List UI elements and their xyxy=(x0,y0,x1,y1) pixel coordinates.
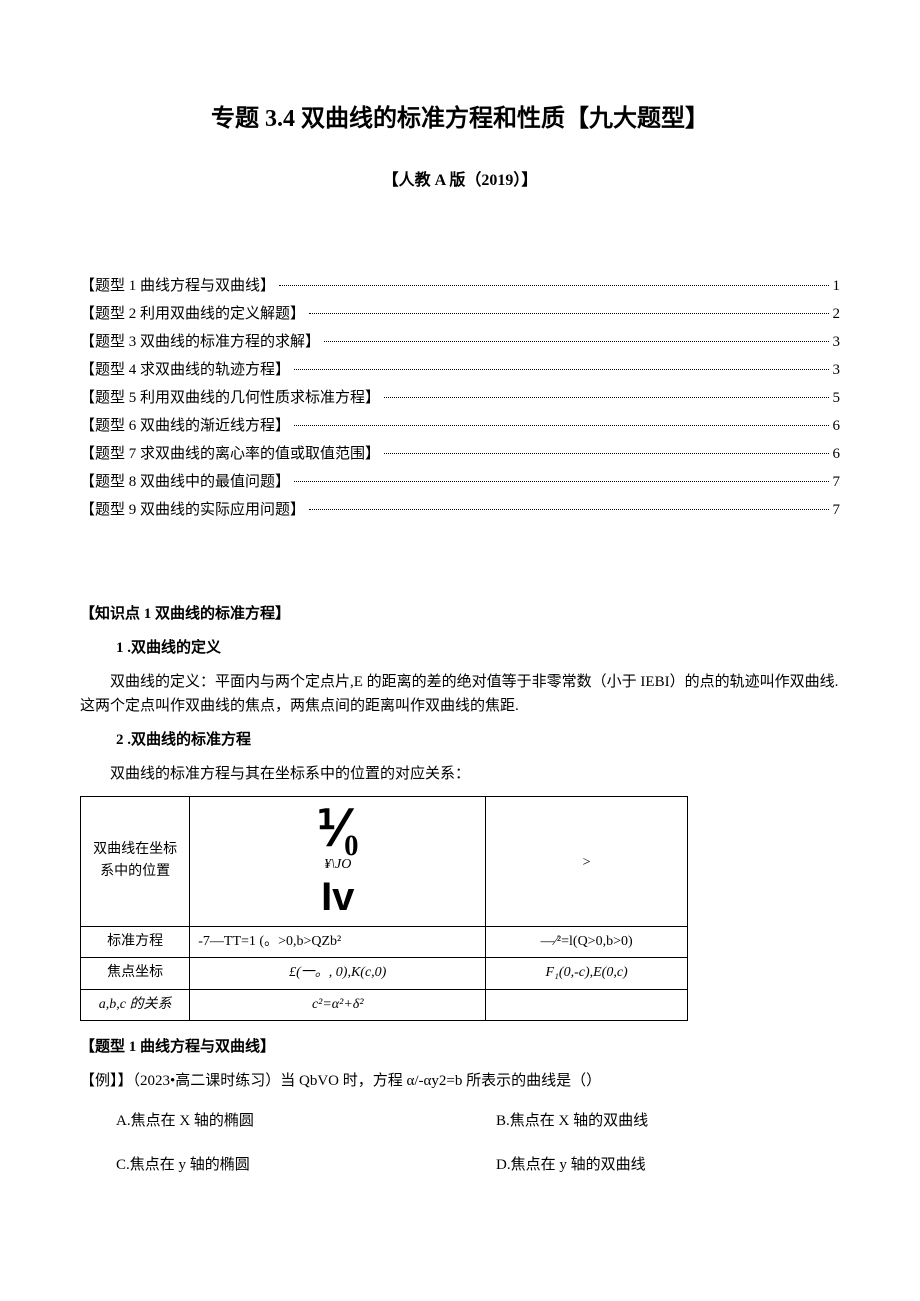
standard-eq-body: 双曲线的标准方程与其在坐标系中的位置的对应关系： xyxy=(80,762,840,786)
options-group: A.焦点在 X 轴的椭圆 B.焦点在 X 轴的双曲线 C.焦点在 y 轴的椭圆 … xyxy=(80,1109,840,1197)
toc-leader xyxy=(309,313,828,314)
page-title: 专题 3.4 双曲线的标准方程和性质【九大题型】 xyxy=(80,100,840,138)
option-d: D.焦点在 y 轴的双曲线 xyxy=(460,1153,840,1177)
toc-item: 【题型 9 双曲线的实际应用问题】 7 xyxy=(80,498,840,522)
toc-label: 【题型 6 双曲线的渐近线方程】 xyxy=(80,414,290,438)
equation-cell-1: -7—TT=1 (。>0,b>QZb² xyxy=(190,926,486,957)
axis-glyph: Iv xyxy=(321,877,354,917)
toc-label: 【题型 8 双曲线中的最值问题】 xyxy=(80,470,290,494)
option-b: B.焦点在 X 轴的双曲线 xyxy=(460,1109,840,1133)
toc-label: 【题型 3 双曲线的标准方程的求解】 xyxy=(80,330,320,354)
toc-item: 【题型 8 双曲线中的最值问题】 7 xyxy=(80,470,840,494)
example-stem: 【例】】（2023•高二课时练习）当 QbVO 时，方程 α/-αy2=b 所表… xyxy=(80,1069,840,1093)
toc-leader xyxy=(384,453,828,454)
toc-page: 3 xyxy=(833,358,841,382)
toc-leader xyxy=(279,285,828,286)
toc-page: 5 xyxy=(833,386,841,410)
graph-label-1: ¥\JO xyxy=(324,854,351,876)
graph-cell-vertical: > xyxy=(486,796,688,926)
abc-cell-1: c²=α²+δ² xyxy=(190,989,486,1020)
toc-leader xyxy=(324,341,828,342)
toc-page: 2 xyxy=(833,302,841,326)
definition-body: 双曲线的定义：平面内与两个定点片,E 的距离的差的绝对值等于非零常数（小于 IE… xyxy=(80,670,840,718)
toc-leader xyxy=(309,509,828,510)
standard-eq-heading: 2 .双曲线的标准方程 xyxy=(116,728,840,752)
toc-item: 【题型 1 曲线方程与双曲线】 1 xyxy=(80,274,840,298)
row-equation-label: 标准方程 xyxy=(81,926,190,957)
row-abc-label: a,b,c 的关系 xyxy=(81,989,190,1020)
toc-label: 【题型 4 求双曲线的轨迹方程】 xyxy=(80,358,290,382)
definition-heading: 1 .双曲线的定义 xyxy=(116,636,840,660)
toc-item: 【题型 2 利用双曲线的定义解题】 2 xyxy=(80,302,840,326)
focus-cell-1: £(一。, 0),K(c,0) xyxy=(190,958,486,989)
toc-item: 【题型 4 求双曲线的轨迹方程】 3 xyxy=(80,358,840,382)
toc-page: 6 xyxy=(833,414,841,438)
toc-label: 【题型 2 利用双曲线的定义解题】 xyxy=(80,302,305,326)
option-c: C.焦点在 y 轴的椭圆 xyxy=(80,1153,460,1177)
toc-page: 6 xyxy=(833,442,841,466)
abc-cell-2 xyxy=(486,989,688,1020)
knowledge-heading: 【知识点 1 双曲线的标准方程】 xyxy=(80,602,840,626)
option-a: A.焦点在 X 轴的椭圆 xyxy=(80,1109,460,1133)
toc-page: 7 xyxy=(833,498,841,522)
toc-label: 【题型 9 双曲线的实际应用问题】 xyxy=(80,498,305,522)
fraction-icon: ⅟₀ xyxy=(317,806,359,854)
toc-leader xyxy=(294,481,828,482)
toc-item: 【题型 7 求双曲线的离心率的值或取值范围】 6 xyxy=(80,442,840,466)
table-of-contents: 【题型 1 曲线方程与双曲线】 1 【题型 2 利用双曲线的定义解题】 2 【题… xyxy=(80,274,840,522)
table-row: 标准方程 -7—TT=1 (。>0,b>QZb² —∕²=l(Q>0,b>0) xyxy=(81,926,688,957)
table-row: 焦点坐标 £(一。, 0),K(c,0) F₁(0,-c),E(0,c) xyxy=(81,958,688,989)
toc-label: 【题型 5 利用双曲线的几何性质求标准方程】 xyxy=(80,386,380,410)
row-position-label: 双曲线在坐标系中的位置 xyxy=(81,796,190,926)
toc-item: 【题型 6 双曲线的渐近线方程】 6 xyxy=(80,414,840,438)
equation-cell-2: —∕²=l(Q>0,b>0) xyxy=(486,926,688,957)
hyperbola-table: 双曲线在坐标系中的位置 ⅟₀ ¥\JO Iv > 标准方程 -7—TT=1 (。… xyxy=(80,796,840,1021)
qtype1-heading: 【题型 1 曲线方程与双曲线】 xyxy=(80,1035,840,1059)
toc-item: 【题型 3 双曲线的标准方程的求解】 3 xyxy=(80,330,840,354)
focus-cell-2: F₁(0,-c),E(0,c) xyxy=(486,958,688,989)
page-subtitle: 【人教 A 版（2019）】 xyxy=(80,168,840,194)
toc-item: 【题型 5 利用双曲线的几何性质求标准方程】 5 xyxy=(80,386,840,410)
toc-page: 3 xyxy=(833,330,841,354)
toc-leader xyxy=(384,397,828,398)
toc-label: 【题型 1 曲线方程与双曲线】 xyxy=(80,274,275,298)
toc-page: 1 xyxy=(833,274,841,298)
table-row: a,b,c 的关系 c²=α²+δ² xyxy=(81,989,688,1020)
graph-label-2: > xyxy=(494,848,679,874)
row-focus-label: 焦点坐标 xyxy=(81,958,190,989)
toc-leader xyxy=(294,425,828,426)
toc-page: 7 xyxy=(833,470,841,494)
table-row: 双曲线在坐标系中的位置 ⅟₀ ¥\JO Iv > xyxy=(81,796,688,926)
toc-label: 【题型 7 求双曲线的离心率的值或取值范围】 xyxy=(80,442,380,466)
graph-cell-horizontal: ⅟₀ ¥\JO Iv xyxy=(190,796,486,926)
toc-leader xyxy=(294,369,828,370)
